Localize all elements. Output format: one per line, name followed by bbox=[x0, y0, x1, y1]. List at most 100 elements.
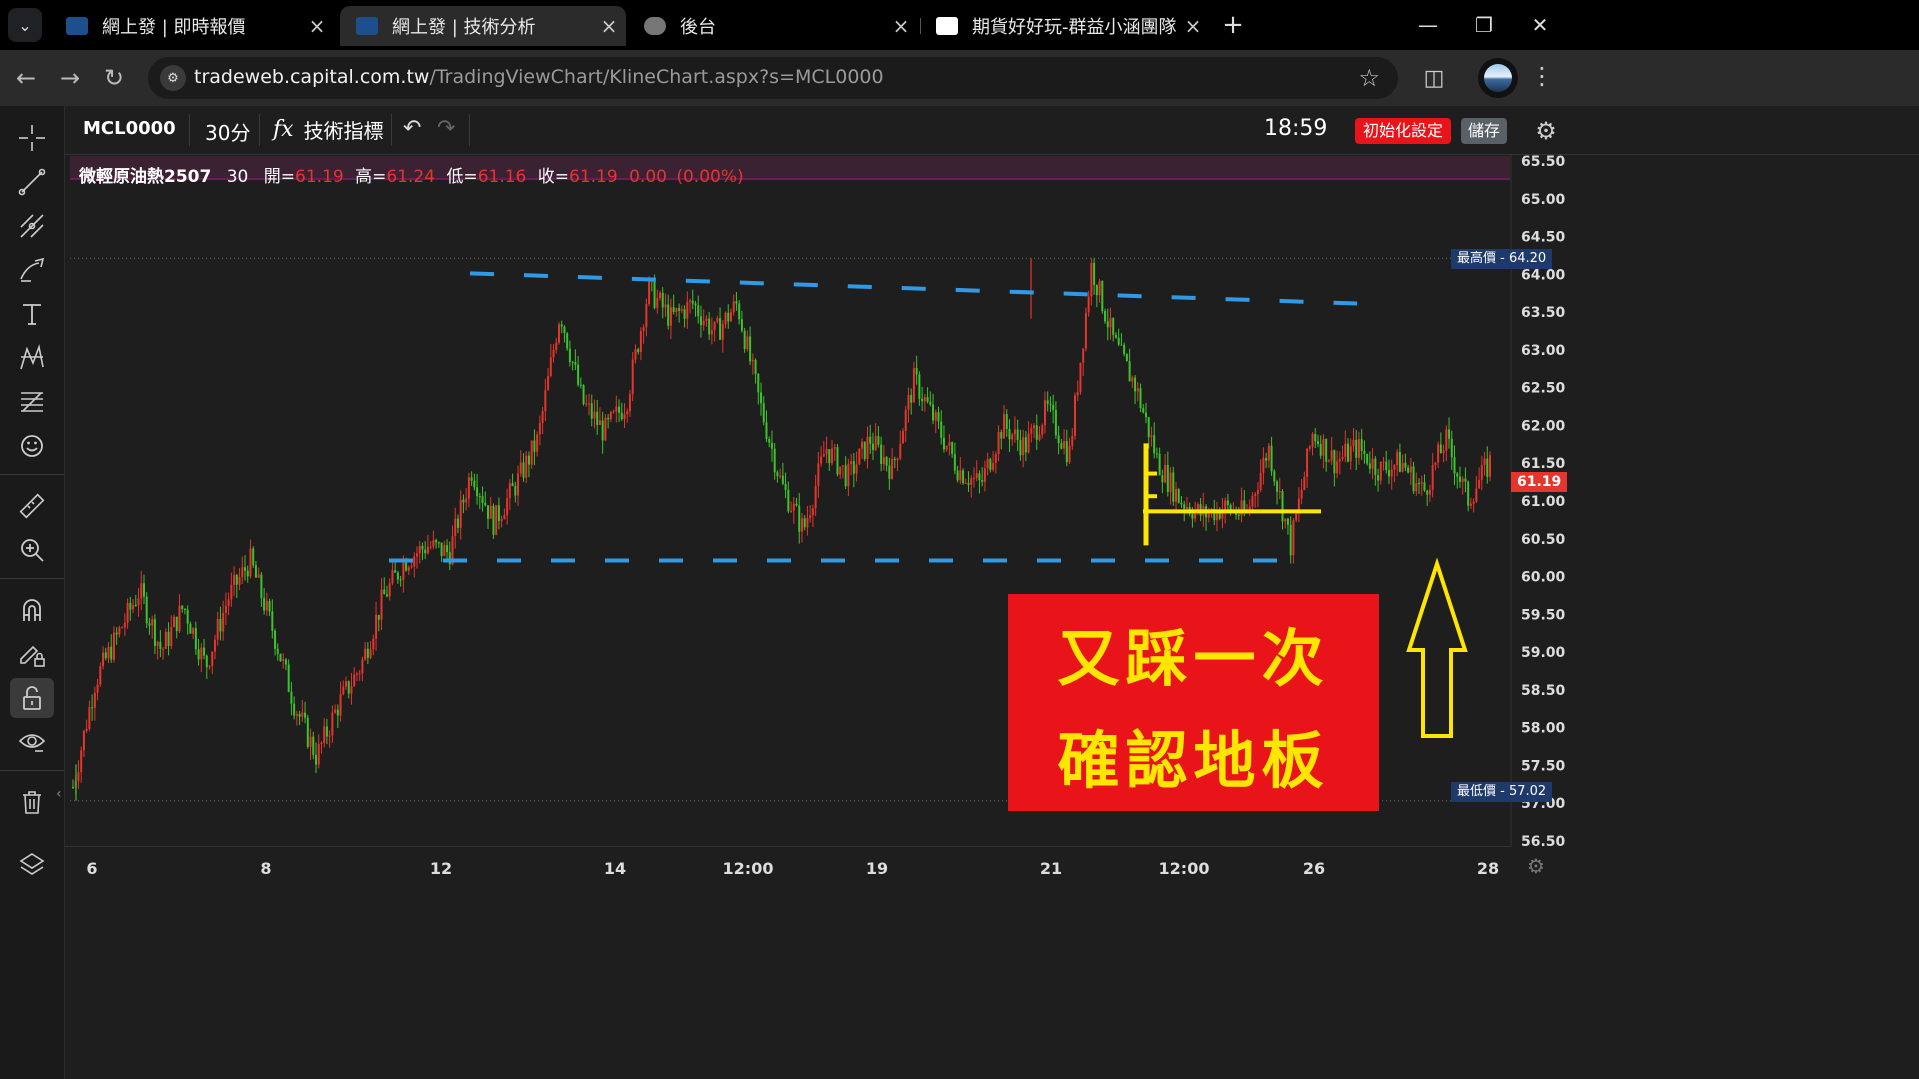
candle-body bbox=[792, 503, 795, 511]
candle-body bbox=[858, 448, 861, 465]
candle-body bbox=[492, 505, 495, 535]
candle-body bbox=[301, 712, 304, 717]
candle-body bbox=[806, 517, 809, 528]
candle-body bbox=[566, 333, 569, 349]
emoji-tool[interactable] bbox=[10, 426, 54, 466]
candle-body bbox=[1120, 344, 1123, 346]
restore-button[interactable]: ❐ bbox=[1456, 0, 1512, 50]
candle-body bbox=[265, 601, 268, 611]
new-tab-button[interactable]: + bbox=[1218, 10, 1248, 40]
interval-button[interactable]: 30分 bbox=[205, 117, 250, 146]
candle-body bbox=[1341, 456, 1344, 460]
site-info-icon[interactable]: ⚙ bbox=[160, 65, 186, 91]
tab-backend[interactable]: 後台 × bbox=[628, 6, 918, 46]
measure-tool[interactable] bbox=[10, 486, 54, 526]
gear-icon[interactable]: ⚙ bbox=[1531, 116, 1561, 146]
pattern-tool[interactable] bbox=[10, 338, 54, 378]
candle-body bbox=[263, 597, 266, 611]
candle-body bbox=[317, 744, 320, 765]
close-window-button[interactable]: ✕ bbox=[1512, 0, 1568, 50]
candle-body bbox=[639, 330, 642, 353]
tab-realtime-quote[interactable]: 網上發 | 即時報價 × bbox=[50, 6, 334, 46]
lock-drawing-tool[interactable] bbox=[10, 634, 54, 674]
low-value: 61.16 bbox=[477, 167, 527, 187]
url-field[interactable]: ⚙ tradeweb.capital.com.tw/TradingViewCha… bbox=[148, 57, 1398, 99]
annotation-line-2: 確認地板 bbox=[1057, 724, 1330, 797]
undo-button[interactable]: ↶ bbox=[403, 116, 421, 141]
candle-body bbox=[637, 349, 640, 353]
candle-body bbox=[375, 614, 378, 639]
candle-body bbox=[252, 548, 255, 566]
candle-body bbox=[795, 503, 798, 506]
tab-futures-site[interactable]: 期貨好好玩-群益小涵團隊|唯一 × bbox=[920, 6, 1210, 46]
object-tree-tool[interactable] bbox=[10, 844, 54, 884]
tab-search-button[interactable]: ⌄ bbox=[8, 8, 42, 42]
forward-button[interactable]: → bbox=[54, 62, 86, 94]
candle-body bbox=[683, 309, 686, 319]
time-tick-label: 28 bbox=[1476, 859, 1500, 878]
candle-body bbox=[328, 735, 331, 737]
axis-settings[interactable]: ⚙ bbox=[1511, 846, 1919, 886]
indicators-button[interactable]: fx 技術指標 bbox=[273, 115, 384, 144]
candle-body bbox=[173, 616, 176, 627]
close-icon[interactable]: × bbox=[300, 14, 334, 38]
candle-body bbox=[369, 649, 372, 658]
candle-body bbox=[1060, 443, 1063, 449]
ruler-icon bbox=[19, 493, 45, 519]
extensions-icon[interactable]: ◫ bbox=[1418, 62, 1450, 94]
magnet-tool[interactable] bbox=[10, 590, 54, 630]
fib-tool[interactable] bbox=[10, 382, 54, 422]
text-tool[interactable] bbox=[10, 294, 54, 334]
unlock-icon bbox=[23, 686, 41, 710]
candle-body bbox=[1024, 437, 1027, 453]
reset-settings-button[interactable]: 初始化設定 bbox=[1355, 118, 1452, 144]
zoom-tool[interactable] bbox=[10, 530, 54, 570]
candle-body bbox=[882, 457, 885, 465]
candle-body bbox=[1101, 281, 1104, 312]
browser-menu-icon[interactable]: ⋮ bbox=[1528, 62, 1556, 94]
profile-button[interactable] bbox=[1478, 58, 1518, 98]
tab-technical-analysis[interactable]: 網上發 | 技術分析 × bbox=[340, 6, 626, 46]
candle-body bbox=[372, 638, 375, 650]
candle-body bbox=[839, 466, 842, 475]
close-icon[interactable]: × bbox=[592, 14, 626, 38]
crosshair-tool[interactable] bbox=[10, 118, 54, 158]
lock-all-tool[interactable] bbox=[10, 678, 54, 718]
arrow-right-icon: → bbox=[59, 64, 81, 92]
candle-body bbox=[1185, 506, 1188, 509]
time-axis[interactable]: 6 8 12 14 12:00 19 21 12:00 26 28 bbox=[65, 846, 1511, 887]
session-low-label: 最低價 bbox=[1457, 784, 1497, 799]
redo-button[interactable]: ↷ bbox=[437, 116, 455, 141]
candle-body bbox=[1155, 453, 1158, 455]
price-tick-label: 58.00 bbox=[1521, 721, 1566, 737]
candle-body bbox=[1016, 429, 1019, 441]
pitchfork-tool[interactable] bbox=[10, 206, 54, 246]
symbol-search-button[interactable]: MCL0000 bbox=[83, 118, 176, 139]
trend-line-tool[interactable] bbox=[10, 162, 54, 202]
candle-body bbox=[642, 327, 645, 331]
close-icon[interactable]: × bbox=[884, 14, 918, 38]
candle-body bbox=[1401, 462, 1404, 472]
brush-tool[interactable] bbox=[10, 250, 54, 290]
hide-drawings-tool[interactable] bbox=[10, 722, 54, 762]
minimize-button[interactable]: — bbox=[1400, 0, 1456, 50]
candle-body bbox=[645, 304, 648, 328]
candle-body bbox=[1330, 450, 1333, 461]
candle-body bbox=[331, 712, 334, 736]
candle-body bbox=[1109, 317, 1112, 328]
candle-body bbox=[997, 432, 1000, 455]
candle-body bbox=[257, 574, 260, 578]
close-icon[interactable]: × bbox=[1176, 14, 1210, 38]
candle-body bbox=[405, 562, 408, 571]
back-button[interactable]: ← bbox=[10, 62, 42, 94]
delete-drawings-tool[interactable] bbox=[10, 782, 54, 822]
reload-button[interactable]: ↻ bbox=[98, 62, 130, 94]
price-chart[interactable]: 65.50 65.00 64.50 64.00 63.50 63.00 62.50 62.00… bbox=[65, 154, 1919, 846]
candle-body bbox=[841, 465, 844, 467]
candle-body bbox=[508, 483, 511, 499]
save-button[interactable]: 儲存 bbox=[1461, 118, 1508, 144]
candle-body bbox=[194, 628, 197, 650]
candle-body bbox=[219, 619, 222, 632]
globe-favicon-icon bbox=[644, 17, 666, 35]
bookmark-star-icon[interactable]: ☆ bbox=[1358, 64, 1380, 92]
